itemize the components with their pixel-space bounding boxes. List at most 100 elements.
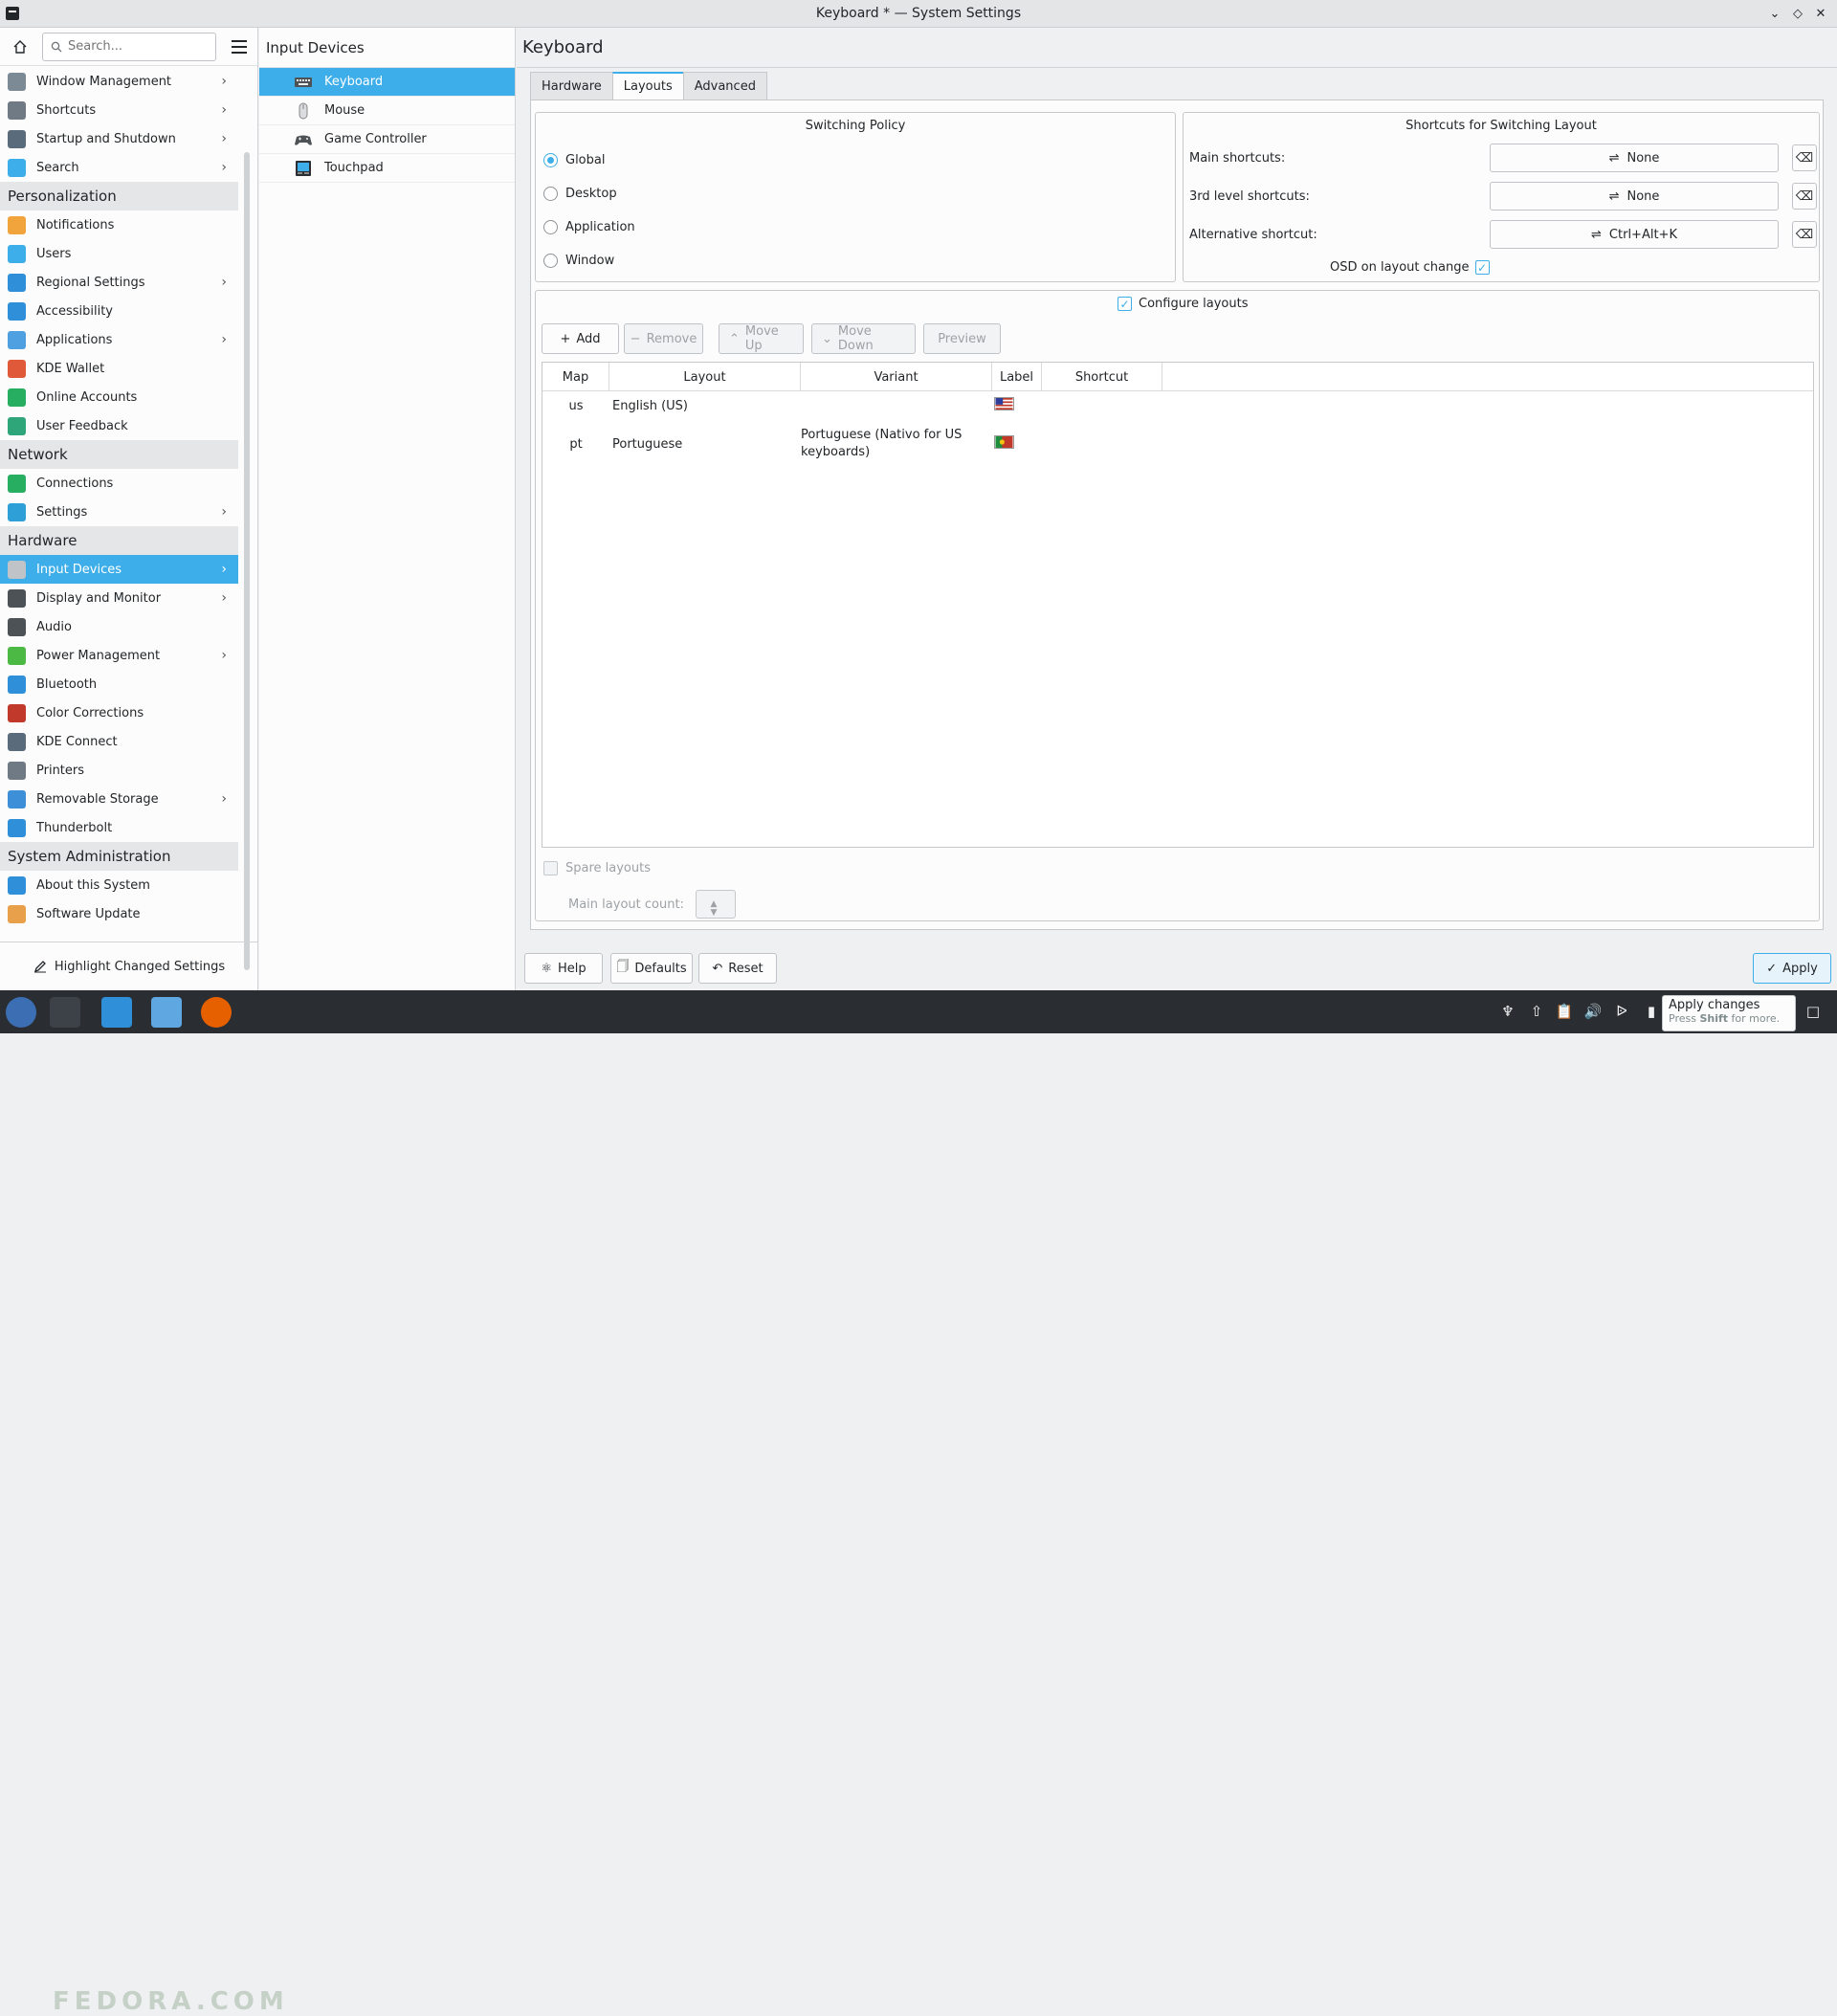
sidebar-item-thunderbolt[interactable]: Thunderbolt [0, 813, 238, 842]
column-header[interactable]: Map [542, 363, 609, 391]
sidebar-item-software-update[interactable]: Software Update [0, 899, 238, 928]
radio-application[interactable]: Application [543, 220, 635, 234]
spare-layouts-checkbox[interactable] [543, 861, 558, 875]
mouse-label: Mouse [324, 103, 365, 118]
hamburger-menu-icon[interactable] [232, 36, 253, 57]
sidebar-item-about-this-system[interactable]: About this System [0, 871, 238, 899]
layouts-table[interactable]: Map Layout Variant Label Shortcut us Eng… [542, 362, 1814, 848]
sidebar-item-bluetooth[interactable]: Bluetooth [0, 670, 238, 698]
show-desktop-icon[interactable]: □ [1804, 1002, 1823, 1021]
configure-layouts-checkbox[interactable]: ✓ [1118, 297, 1132, 311]
sidebar-item-accessibility[interactable]: Accessibility [0, 297, 238, 325]
radio-desktop[interactable]: Desktop [543, 187, 617, 201]
tab-hardware[interactable]: Hardware [530, 72, 613, 100]
radio-window[interactable]: Window [543, 254, 614, 268]
sidebar-item-input-devices[interactable]: Input Devices › [0, 555, 238, 584]
updates-tray-icon[interactable]: ⇧ [1527, 1002, 1546, 1021]
battery-tray-icon[interactable]: ▮ [1642, 1002, 1661, 1021]
column-header[interactable]: Variant [801, 363, 992, 391]
radio-dot [543, 220, 558, 234]
apply-button[interactable]: ✓ Apply [1753, 953, 1831, 984]
column-header[interactable]: Label [992, 363, 1042, 391]
table-row[interactable]: pt Portuguese Portuguese (Nativo for US k… [542, 420, 1813, 468]
search-input[interactable] [68, 39, 202, 54]
sidebar-item-applications[interactable]: Applications › [0, 325, 238, 354]
search-field[interactable] [42, 32, 216, 61]
sidebar-item-label: Regional Settings [36, 275, 145, 290]
main-shortcut-button[interactable]: ⇌ None [1490, 144, 1779, 172]
volume-tray-icon[interactable]: 🔊 [1583, 1002, 1603, 1021]
clear-third-level-button[interactable]: ⌫ [1792, 183, 1817, 210]
search-icon [8, 158, 26, 177]
defaults-button[interactable]: 🗍 Defaults [610, 953, 693, 984]
tab-advanced[interactable]: Advanced [682, 72, 767, 100]
close-icon[interactable]: ✕ [1812, 4, 1829, 23]
move-down-label: Move Down [837, 324, 874, 353]
sidebar-item-power-management[interactable]: Power Management › [0, 641, 238, 670]
alternative-shortcut-button[interactable]: ⇌ Ctrl+Alt+K [1490, 220, 1779, 249]
subpanel-item-game-controller[interactable]: Game Controller [259, 125, 515, 154]
radio-global[interactable]: Global [543, 153, 605, 167]
notifications-tray-icon[interactable]: ♆ [1498, 1002, 1517, 1021]
subpanel-item-touchpad[interactable]: Touchpad [259, 154, 515, 183]
sidebar-item-kde-connect[interactable]: KDE Connect [0, 727, 238, 756]
discover-task-icon[interactable] [101, 997, 132, 1028]
label-cell [992, 435, 1042, 453]
sidebar-item-users[interactable]: Users [0, 239, 238, 268]
column-header[interactable]: Shortcut [1042, 363, 1162, 391]
remove-button[interactable]: − Remove [624, 323, 703, 354]
sidebar-item-online-accounts[interactable]: Online Accounts [0, 383, 238, 411]
add-button[interactable]: + Add [542, 323, 619, 354]
sidebar-item-shortcuts[interactable]: Shortcuts › [0, 96, 238, 124]
sidebar-item-display-and-monitor[interactable]: Display and Monitor › [0, 584, 238, 612]
clear-main-shortcut-button[interactable]: ⌫ [1792, 144, 1817, 171]
main-layout-count-spinbox[interactable]: ▲ ▼ [695, 890, 736, 919]
sidebar-item-search[interactable]: Search › [0, 153, 238, 182]
tooltip-hint: Press Shift for more. [1669, 1012, 1789, 1025]
subpanel-item-mouse[interactable]: Mouse [259, 97, 515, 125]
reset-button[interactable]: ↶ Reset [698, 953, 777, 984]
bluetooth-tray-icon[interactable]: ᐉ [1612, 1002, 1631, 1021]
sidebar-item-color-corrections[interactable]: Color Corrections [0, 698, 238, 727]
sidebar-item-connections[interactable]: Connections [0, 469, 238, 498]
alternative-shortcut-row: Alternative shortcut: ⇌ Ctrl+Alt+K ⌫ [1189, 220, 1821, 249]
backspace-icon: ⌫ [1795, 150, 1814, 166]
highlight-changed-settings-button[interactable]: Highlight Changed Settings [0, 942, 258, 990]
home-button[interactable] [8, 34, 33, 59]
sidebar-item-regional-settings[interactable]: Regional Settings › [0, 268, 238, 297]
tab-layouts[interactable]: Layouts [611, 72, 684, 100]
table-row[interactable]: us English (US) [542, 391, 1813, 420]
sidebar-scrollbar[interactable] [244, 152, 250, 970]
firefox-task-icon[interactable] [201, 997, 232, 1028]
radio-dot [543, 153, 558, 167]
sidebar-item-notifications[interactable]: Notifications [0, 210, 238, 239]
subpanel-item-keyboard[interactable]: Keyboard [259, 68, 515, 97]
help-button[interactable]: ⚛ Help [524, 953, 603, 984]
sidebar-item-settings[interactable]: Settings › [0, 498, 238, 526]
sidebar-item-user-feedback[interactable]: User Feedback [0, 411, 238, 440]
file-manager-task-icon[interactable] [151, 997, 182, 1028]
sidebar-item-audio[interactable]: Audio [0, 612, 238, 641]
maximize-icon[interactable]: ◇ [1789, 4, 1806, 23]
alternative-shortcut-label: Alternative shortcut: [1189, 227, 1317, 242]
sidebar-item-removable-storage[interactable]: Removable Storage › [0, 785, 238, 813]
column-header[interactable]: Layout [609, 363, 801, 391]
preview-button[interactable]: Preview [923, 323, 1001, 354]
clipboard-tray-icon[interactable]: 📋 [1555, 1002, 1574, 1021]
system-settings-task-icon[interactable] [50, 997, 80, 1028]
sidebar-item-kde-wallet[interactable]: KDE Wallet [0, 354, 238, 383]
third-level-shortcut-button[interactable]: ⇌ None [1490, 182, 1779, 210]
app-icon[interactable] [6, 7, 19, 20]
osd-checkbox[interactable]: ✓ [1474, 260, 1490, 275]
sidebar-item-startup-and-shutdown[interactable]: Startup and Shutdown › [0, 124, 238, 153]
fedora-launcher-icon[interactable] [6, 997, 36, 1028]
sidebar-item-window-management[interactable]: Window Management › [0, 67, 238, 96]
layout-cell: English (US) [612, 398, 688, 413]
sidebar-category-hardware: Hardware [0, 526, 238, 555]
clear-alternative-button[interactable]: ⌫ [1792, 221, 1817, 248]
main-shortcut-value: None [1627, 150, 1660, 166]
move-up-button[interactable]: ⌃ Move Up [719, 323, 804, 354]
sidebar-item-printers[interactable]: Printers [0, 756, 238, 785]
move-down-button[interactable]: ⌄ Move Down [811, 323, 916, 354]
minimize-icon[interactable]: ⌄ [1766, 4, 1783, 23]
